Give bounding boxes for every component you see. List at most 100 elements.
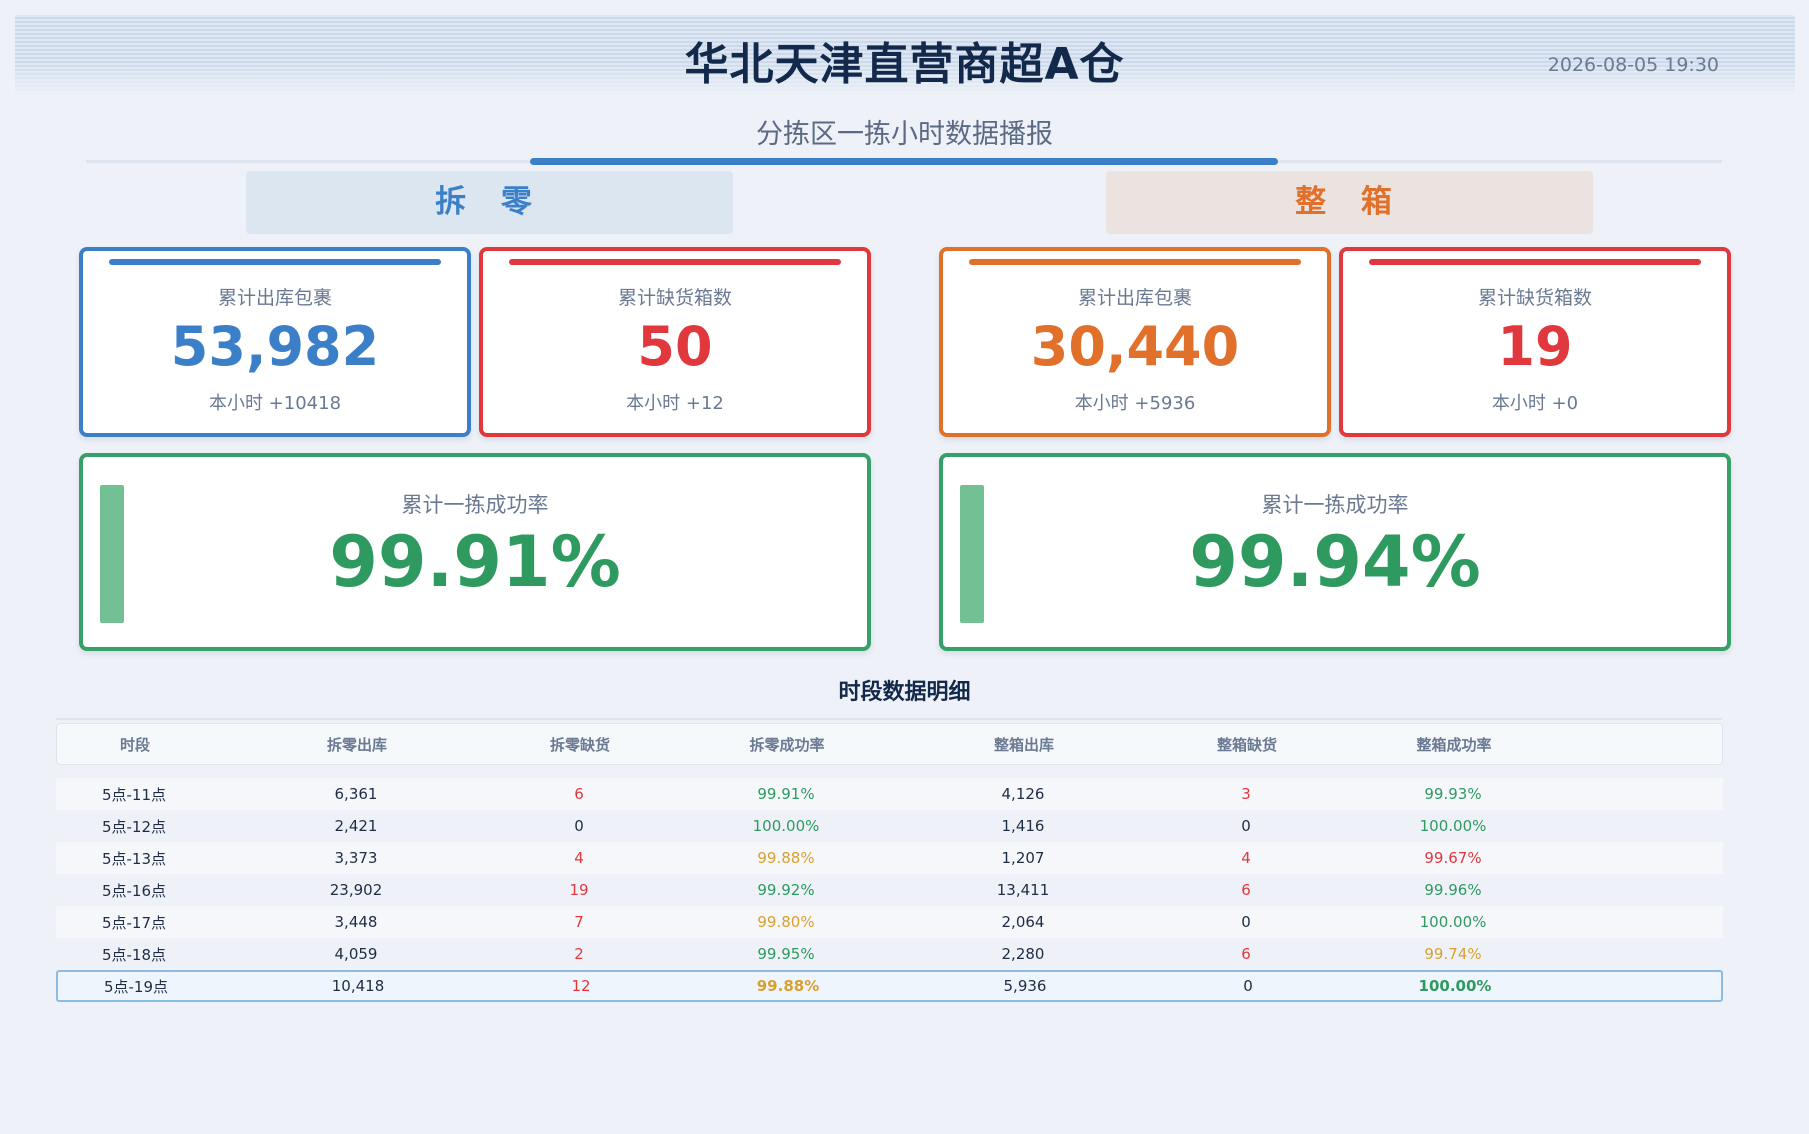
page-title: 华北天津直营商超A仓 (684, 39, 1125, 90)
card-hourly-delta: 本小时 +10418 (208, 393, 342, 414)
cell-period: 5点-11点 (101, 785, 167, 804)
section-label-split: 拆 零 (246, 171, 733, 234)
table-row: 5点-11点 6,361 6 99.91% 4,126 3 99.93% (56, 778, 1723, 810)
rate-panel-split: 累计一拣成功率 99.91% (79, 453, 871, 651)
cell-case-outbound: 2,280 (1001, 945, 1045, 963)
rate-value: 99.91% (329, 521, 621, 603)
card-label: 累计缺货箱数 (617, 287, 732, 309)
cell-split-outbound: 2,421 (334, 817, 378, 835)
cell-case-rate: 99.67% (1424, 849, 1482, 867)
column-header-case-outbound: 整箱出库 (993, 735, 1054, 754)
column-header-split-outbound: 拆零出库 (326, 735, 387, 754)
cell-case-outbound: 2,064 (1001, 913, 1045, 931)
table-row: 5点-18点 4,059 2 99.95% 2,280 6 99.74% (56, 938, 1723, 970)
cell-period: 5点-13点 (101, 849, 167, 868)
table-row: 5点-12点 2,421 0 100.00% 1,416 0 100.00% (56, 810, 1723, 842)
table-row: 5点-13点 3,373 4 99.88% 1,207 4 99.67% (56, 842, 1723, 874)
cell-split-rate: 99.91% (757, 785, 815, 803)
cell-case-shortage: 6 (1241, 945, 1251, 963)
cell-split-outbound: 23,902 (329, 881, 383, 899)
detail-title: 时段数据明细 (838, 680, 971, 705)
page-subtitle: 分拣区一拣小时数据播报 (756, 119, 1053, 150)
cell-case-rate: 99.74% (1424, 945, 1482, 963)
card-case-outbound: 累计出库包裹 30,440 本小时 +5936 (939, 247, 1331, 437)
card-value: 30,440 (1030, 315, 1240, 378)
cell-split-shortage: 2 (574, 945, 584, 963)
cell-split-rate: 99.92% (757, 881, 815, 899)
card-accent-bar (969, 259, 1301, 265)
cell-split-shortage: 6 (574, 785, 584, 803)
cell-split-shortage: 19 (569, 881, 589, 899)
card-hourly-delta: 本小时 +12 (626, 393, 724, 414)
cell-case-shortage: 3 (1241, 785, 1251, 803)
column-header-period: 时段 (119, 735, 150, 754)
cell-split-shortage: 0 (574, 817, 584, 835)
cell-split-outbound: 3,373 (334, 849, 378, 867)
card-value: 19 (1497, 315, 1573, 378)
column-header-split-rate: 拆零成功率 (749, 735, 825, 754)
cell-case-rate: 100.00% (1419, 817, 1487, 835)
table-body: 5点-11点 6,361 6 99.91% 4,126 3 99.93% 5点-… (56, 778, 1723, 1002)
timestamp: 2026-08-05 19:30 (1547, 54, 1719, 76)
cell-split-rate: 99.88% (756, 977, 820, 995)
cell-case-outbound: 4,126 (1001, 785, 1045, 803)
cell-period: 5点-19点 (103, 977, 169, 996)
card-case-shortage: 累计缺货箱数 19 本小时 +0 (1339, 247, 1731, 437)
cell-case-outbound: 5,936 (1003, 977, 1047, 995)
rate-panel-case: 累计一拣成功率 99.94% (939, 453, 1731, 651)
column-header-split-shortage: 拆零缺货 (549, 735, 610, 754)
cell-split-shortage: 7 (574, 913, 584, 931)
cell-case-shortage: 0 (1241, 817, 1251, 835)
column-header-case-rate: 整箱成功率 (1416, 735, 1492, 754)
cell-case-rate: 100.00% (1418, 977, 1492, 995)
cell-split-shortage: 12 (571, 977, 591, 995)
cell-split-shortage: 4 (574, 849, 584, 867)
cell-case-shortage: 6 (1241, 881, 1251, 899)
card-hourly-delta: 本小时 +5936 (1074, 393, 1196, 414)
rate-value: 99.94% (1189, 521, 1481, 603)
cell-period: 5点-17点 (101, 913, 167, 932)
cell-case-shortage: 0 (1243, 977, 1253, 995)
cell-split-outbound: 3,448 (334, 913, 378, 931)
card-label: 累计出库包裹 (217, 287, 332, 309)
card-hourly-delta: 本小时 +0 (1491, 393, 1579, 414)
cell-split-outbound: 6,361 (334, 785, 378, 803)
card-split-outbound: 累计出库包裹 53,982 本小时 +10418 (79, 247, 471, 437)
cell-period: 5点-16点 (101, 881, 167, 900)
card-label: 累计缺货箱数 (1477, 287, 1592, 309)
column-header-case-shortage: 整箱缺货 (1216, 735, 1277, 754)
cell-case-outbound: 13,411 (996, 881, 1050, 899)
cell-split-rate: 99.88% (757, 849, 815, 867)
cell-case-outbound: 1,207 (1001, 849, 1045, 867)
cell-case-outbound: 1,416 (1001, 817, 1045, 835)
cell-split-outbound: 4,059 (334, 945, 378, 963)
table-row-current: 5点-19点 10,418 12 99.88% 5,936 0 100.00% (56, 970, 1723, 1002)
card-value: 50 (637, 315, 713, 378)
table-header: 时段 拆零出库 拆零缺货 拆零成功率 整箱出库 整箱缺货 整箱成功率 (56, 723, 1723, 765)
section-label-case: 整 箱 (1106, 171, 1593, 234)
cell-case-rate: 100.00% (1419, 913, 1487, 931)
rate-label: 累计一拣成功率 (401, 493, 549, 517)
card-value: 53,982 (170, 315, 380, 378)
cell-period: 5点-12点 (101, 817, 167, 836)
cell-split-outbound: 10,418 (331, 977, 385, 995)
table-row: 5点-17点 3,448 7 99.80% 2,064 0 100.00% (56, 906, 1723, 938)
card-accent-bar (109, 259, 441, 265)
table-row: 5点-16点 23,902 19 99.92% 13,411 6 99.96% (56, 874, 1723, 906)
detail-divider (56, 718, 1722, 720)
divider-accent (530, 158, 1278, 165)
cell-case-shortage: 4 (1241, 849, 1251, 867)
cell-period: 5点-18点 (101, 945, 167, 964)
cell-case-shortage: 0 (1241, 913, 1251, 931)
cell-split-rate: 99.80% (757, 913, 815, 931)
cell-case-rate: 99.93% (1424, 785, 1482, 803)
card-split-shortage: 累计缺货箱数 50 本小时 +12 (479, 247, 871, 437)
card-accent-bar (509, 259, 841, 265)
detail-table: 时段 拆零出库 拆零缺货 拆零成功率 整箱出库 整箱缺货 整箱成功率 5点-11… (56, 723, 1723, 1002)
cell-case-rate: 99.96% (1424, 881, 1482, 899)
rate-label: 累计一拣成功率 (1261, 493, 1409, 517)
cell-split-rate: 100.00% (752, 817, 820, 835)
card-accent-bar (1369, 259, 1701, 265)
cell-split-rate: 99.95% (757, 945, 815, 963)
card-label: 累计出库包裹 (1077, 287, 1192, 309)
